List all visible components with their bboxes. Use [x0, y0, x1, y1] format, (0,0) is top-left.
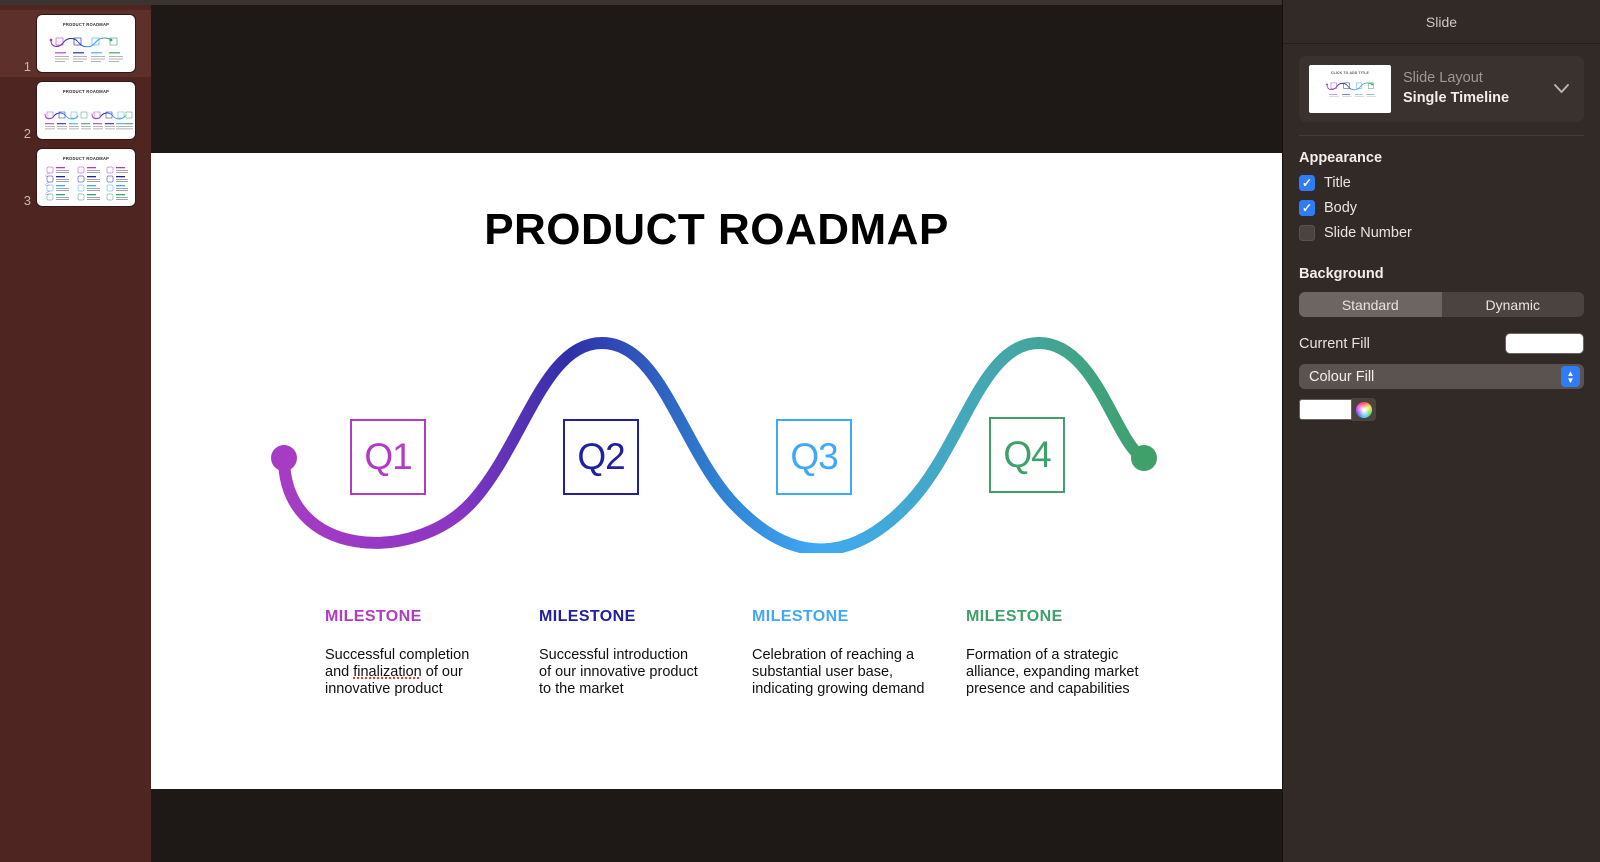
appearance-section-title: Appearance	[1299, 150, 1383, 166]
slide-title[interactable]: PRODUCT ROADMAP	[151, 205, 1282, 255]
quarter-label-q4: Q4	[1003, 434, 1051, 475]
milestone-line: substantial user base,	[752, 663, 894, 680]
milestone-heading-q3: MILESTONE	[752, 608, 849, 625]
current-fill-swatch[interactable]	[1505, 333, 1584, 354]
slide-number-3: 3	[23, 193, 31, 208]
navigator-slide-1[interactable]: 1 PRODUCT ROADMAP	[0, 10, 151, 77]
slide-number-2: 2	[23, 126, 31, 141]
milestone-body-q3[interactable]: Celebration of reaching a substantial us…	[752, 647, 942, 698]
timeline-start-dot	[271, 445, 297, 471]
background-section-title: Background	[1299, 266, 1384, 282]
quarter-label-q2: Q2	[577, 436, 625, 477]
slide-number-checkbox-label: Slide Number	[1324, 225, 1412, 241]
quarter-box-q4[interactable]: Q4	[989, 417, 1065, 493]
slide-layout-card[interactable]: CLICK TO ADD TITLE Slide Layout Single T…	[1299, 56, 1584, 122]
appearance-row-title[interactable]: ✓ Title	[1299, 175, 1600, 191]
inspector-header: Slide	[1283, 0, 1600, 44]
slide-thumbnail-1[interactable]: PRODUCT ROADMAP	[37, 15, 135, 72]
milestone-column-q2[interactable]: MILESTONE Successful introduction of our…	[539, 608, 719, 698]
title-checkbox-label: Title	[1324, 175, 1351, 191]
thumbnail-title-2: PRODUCT ROADMAP	[62, 89, 110, 94]
milestone-heading-q1: MILESTONE	[325, 608, 422, 625]
body-checkbox-label: Body	[1324, 200, 1358, 216]
milestone-body-q2[interactable]: Successful introduction of our innovativ…	[539, 647, 719, 698]
title-checkbox[interactable]: ✓	[1299, 175, 1315, 191]
milestone-line: innovative product	[325, 680, 443, 697]
navigator-slide-2[interactable]: 2 PRODUCT ROADMAP	[0, 77, 151, 144]
milestone-line: Celebration of reaching a	[752, 647, 915, 663]
timeline-end-dot	[1131, 445, 1157, 471]
milestone-heading-q2: MILESTONE	[539, 608, 636, 625]
body-checkbox[interactable]: ✓	[1299, 200, 1315, 216]
layout-thumbnail-graphic	[1326, 82, 1377, 98]
milestone-body-q4[interactable]: Formation of a strategic alliance, expan…	[966, 647, 1156, 698]
milestone-line: and finalization of our	[325, 663, 463, 680]
appearance-row-body[interactable]: ✓ Body	[1299, 200, 1600, 216]
slide-thumbnail-3[interactable]: PRODUCT ROADMAP	[37, 149, 135, 206]
thumbnail-title-3: PRODUCT ROADMAP	[62, 156, 110, 161]
thumbnail-graphic-1	[49, 37, 123, 62]
milestone-line: of our innovative product	[539, 663, 698, 680]
milestone-line: to the market	[539, 680, 624, 697]
quarter-box-q1[interactable]: Q1	[350, 419, 426, 495]
misspelled-word: finalization	[353, 663, 422, 680]
appearance-row-slide-number[interactable]: Slide Number	[1299, 225, 1600, 241]
fill-color-row[interactable]	[1299, 398, 1584, 421]
color-wheel-button[interactable]	[1352, 398, 1376, 421]
navigator-slide-3[interactable]: 3 PRODUCT ROADMAP	[0, 144, 151, 211]
slide-layout-thumbnail: CLICK TO ADD TITLE	[1309, 65, 1391, 113]
milestone-heading-q4: MILESTONE	[966, 608, 1063, 625]
chevron-down-icon[interactable]	[1553, 79, 1574, 99]
thumbnail-graphic-2	[44, 111, 133, 130]
milestone-line: presence and capabilities	[966, 680, 1130, 697]
slide-number-checkbox[interactable]	[1299, 225, 1315, 241]
thumbnail-title-1: PRODUCT ROADMAP	[62, 22, 110, 27]
milestone-line: indicating growing demand	[752, 680, 925, 697]
format-inspector: Slide CLICK TO ADD TITLE Slide Layout Si…	[1282, 0, 1600, 862]
fill-type-popup-button[interactable]: Colour Fill ▲ ▼	[1299, 364, 1584, 389]
slide-number-1: 1	[23, 59, 31, 74]
background-type-segmented-control[interactable]: Standard Dynamic	[1299, 292, 1584, 317]
milestone-column-q1[interactable]: MILESTONE Successful completion and fina…	[325, 608, 505, 698]
quarter-box-q3[interactable]: Q3	[776, 419, 852, 495]
checkmark-icon: ✓	[1301, 176, 1313, 190]
keynote-window: 1 PRODUCT ROADMAP 2 PRODUCT ROADMAP 3 PR…	[0, 0, 1600, 862]
checkmark-icon: ✓	[1301, 201, 1313, 215]
quarter-box-q2[interactable]: Q2	[563, 419, 639, 495]
fill-color-well[interactable]	[1299, 399, 1352, 420]
slide-navigator[interactable]: 1 PRODUCT ROADMAP 2 PRODUCT ROADMAP 3 PR…	[0, 5, 151, 862]
color-wheel-icon	[1356, 401, 1372, 418]
milestone-column-q4[interactable]: MILESTONE Formation of a strategic allia…	[966, 608, 1156, 698]
slide-canvas[interactable]: PRODUCT ROADMAP Q1 Q2 Q3 Q4 MILESTONE Su…	[151, 5, 1282, 862]
current-fill-label: Current Fill	[1299, 335, 1370, 352]
segment-dynamic[interactable]: Dynamic	[1442, 292, 1585, 317]
inspector-divider	[1299, 135, 1584, 136]
quarter-label-q1: Q1	[364, 436, 412, 477]
milestone-line: Successful introduction	[539, 647, 689, 663]
up-down-arrows-icon[interactable]: ▲ ▼	[1561, 366, 1580, 387]
timeline-graphic	[271, 336, 1157, 553]
slide-layout-value: Single Timeline	[1403, 90, 1510, 106]
fill-type-label: Colour Fill	[1309, 368, 1375, 385]
current-fill-row: Current Fill	[1299, 333, 1584, 354]
slide-layout-label: Slide Layout	[1403, 70, 1483, 87]
milestone-body-q1[interactable]: Successful completion and finalization o…	[325, 647, 505, 698]
segment-standard[interactable]: Standard	[1299, 292, 1442, 317]
current-slide[interactable]: PRODUCT ROADMAP Q1 Q2 Q3 Q4 MILESTONE Su…	[151, 153, 1282, 789]
milestone-column-q3[interactable]: MILESTONE Celebration of reaching a subs…	[752, 608, 942, 698]
quarter-label-q3: Q3	[790, 436, 838, 477]
milestone-line: Successful completion	[325, 647, 470, 663]
slide-thumbnail-2[interactable]: PRODUCT ROADMAP	[37, 82, 135, 139]
milestone-line: Formation of a strategic	[966, 647, 1119, 663]
thumbnail-graphic-3	[45, 166, 128, 201]
milestone-line: alliance, expanding market	[966, 663, 1139, 680]
